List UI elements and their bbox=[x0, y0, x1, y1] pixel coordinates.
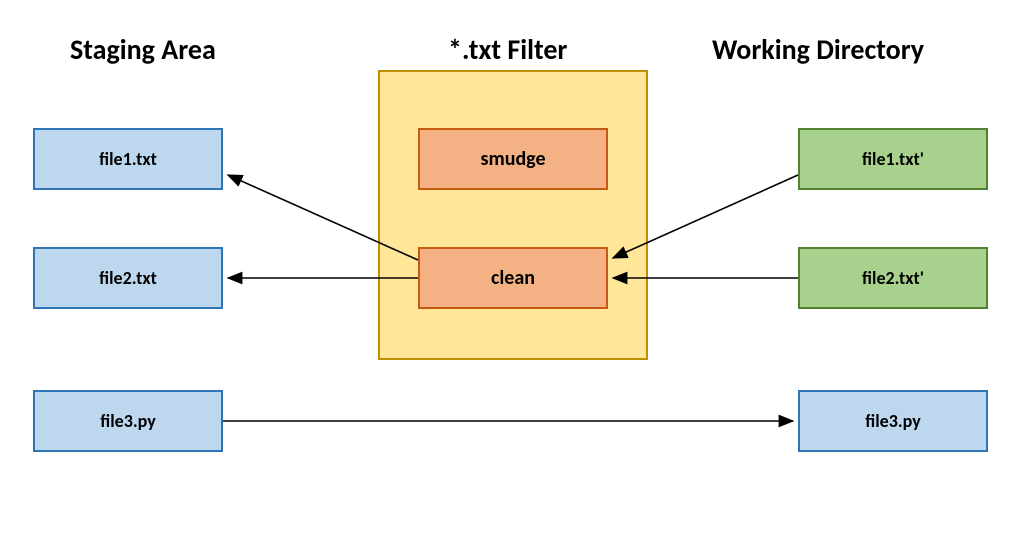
staging-file2: file2.txt bbox=[33, 247, 223, 309]
smudge-box: smudge bbox=[418, 128, 608, 190]
diagram-container: Staging Area *.txt Filter Working Direct… bbox=[0, 0, 1022, 549]
working-file2: file2.txt' bbox=[798, 247, 988, 309]
working-file1: file1.txt' bbox=[798, 128, 988, 190]
staging-file3: file3.py bbox=[33, 390, 223, 452]
filter-container bbox=[378, 70, 648, 360]
clean-box: clean bbox=[418, 247, 608, 309]
heading-working: Working Directory bbox=[712, 32, 924, 67]
heading-filter: *.txt Filter bbox=[448, 32, 567, 67]
staging-file1: file1.txt bbox=[33, 128, 223, 190]
heading-staging: Staging Area bbox=[70, 32, 216, 67]
working-file3: file3.py bbox=[798, 390, 988, 452]
